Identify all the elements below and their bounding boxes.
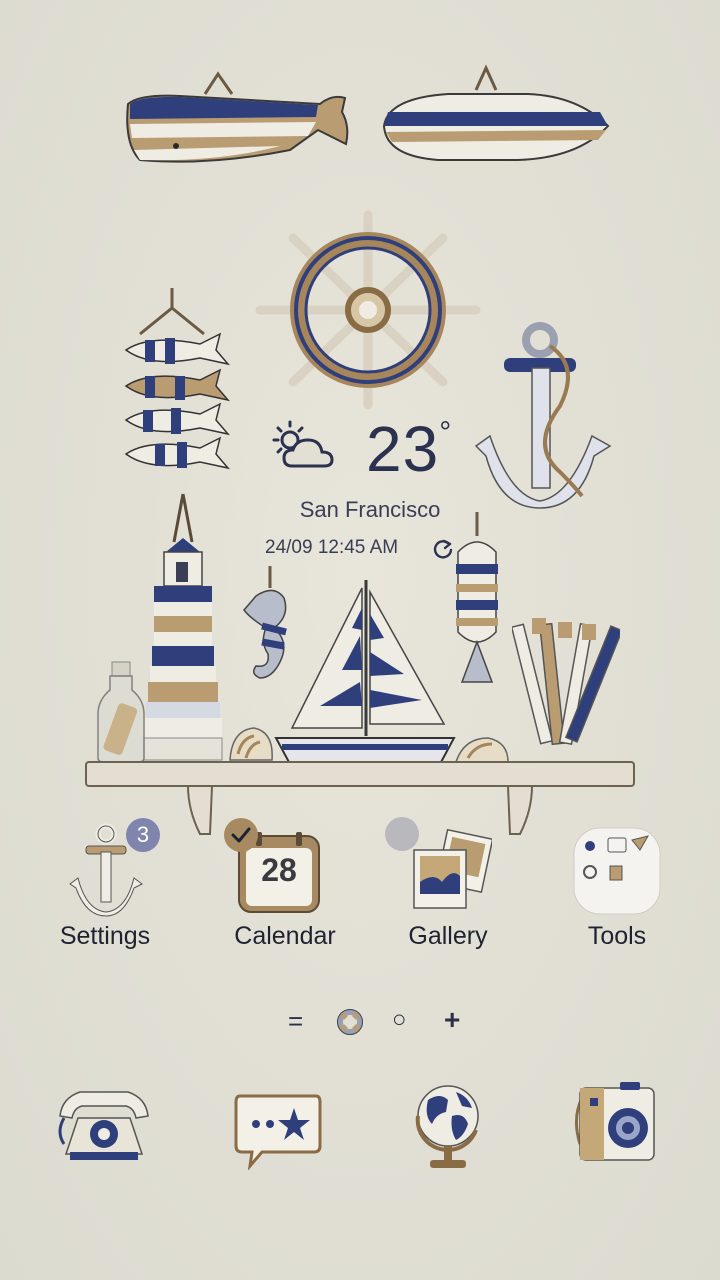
- camera-app[interactable]: [570, 1078, 658, 1164]
- phone-app[interactable]: [56, 1082, 152, 1166]
- oars-decoration-icon: [512, 618, 620, 746]
- whale-decoration-icon: [126, 71, 349, 163]
- striped-fish-decoration-icon: [456, 512, 498, 683]
- seashell-decoration-icon: [229, 727, 273, 761]
- settings-badge: 3: [126, 818, 160, 852]
- gallery-photos-icon: [413, 828, 494, 909]
- hanging-fish-decoration-icon: [124, 288, 231, 470]
- shelf-decoration-icon: [85, 761, 635, 835]
- ship-wheel-decoration-icon: [255, 210, 481, 410]
- page-dot[interactable]: ○: [392, 1006, 407, 1034]
- checkmark-icon: [224, 818, 258, 852]
- phone-icon: [58, 1091, 149, 1160]
- tools-folder[interactable]: [572, 826, 662, 916]
- calendar-label[interactable]: Calendar: [205, 922, 365, 951]
- lighthouse-decoration-icon: [143, 493, 223, 761]
- weather-city[interactable]: San Francisco: [0, 497, 720, 523]
- partly-cloudy-icon[interactable]: [270, 420, 340, 474]
- weather-temperature[interactable]: 23°: [366, 412, 452, 486]
- messages-icon: [234, 1094, 322, 1171]
- menu-indicator[interactable]: =: [288, 1006, 303, 1037]
- tools-label[interactable]: Tools: [537, 922, 697, 951]
- gallery-app[interactable]: [408, 828, 494, 912]
- temperature-value: 23: [366, 413, 440, 485]
- camera-icon: [575, 1082, 655, 1161]
- anchor-decoration-icon: [474, 322, 612, 509]
- sailboat-decoration-icon: [274, 580, 456, 765]
- tools-folder-icon: [573, 827, 661, 915]
- refresh-icon[interactable]: [432, 538, 454, 560]
- settings-label[interactable]: Settings: [25, 922, 185, 951]
- bottle-decoration-icon: [97, 661, 145, 763]
- weather-datetime[interactable]: 24/09 12:45 AM: [265, 537, 398, 559]
- surfboard-decoration-icon: [382, 64, 610, 161]
- calendar-date: 28: [261, 852, 297, 888]
- add-page-indicator[interactable]: +: [444, 1004, 460, 1036]
- degree-symbol: °: [439, 416, 453, 449]
- lifebuoy-home-indicator[interactable]: [336, 1008, 364, 1036]
- weather-datetime-text: 24/09 12:45 AM: [265, 537, 399, 558]
- internet-app[interactable]: [412, 1080, 486, 1172]
- gallery-label[interactable]: Gallery: [368, 922, 528, 951]
- messages-app[interactable]: [234, 1090, 322, 1171]
- internet-globe-icon: [415, 1085, 479, 1168]
